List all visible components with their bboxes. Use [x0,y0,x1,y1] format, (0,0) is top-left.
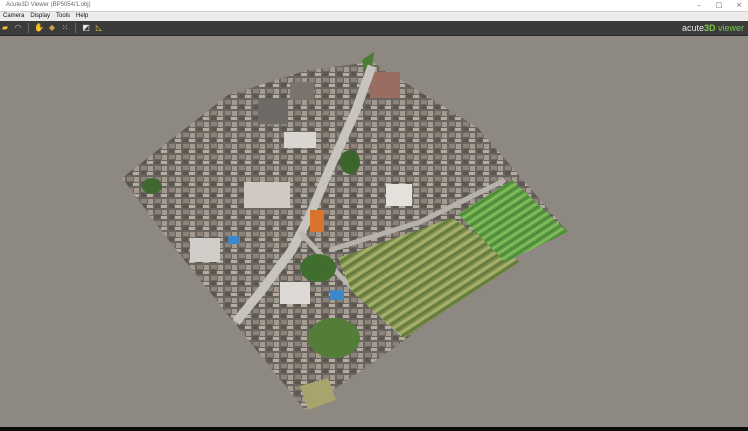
toolbar-tools: ▰ ◠ ✋ ◆ ⁙ ◩ ◺ [0,23,104,33]
building-block [290,82,314,100]
blue-tarp [228,236,240,244]
title-bar: Acute3D Viewer (BP5054/1.obj) – □ × [0,0,748,12]
menu-display[interactable]: Display [27,12,53,21]
white-roof [190,238,220,262]
3d-viewport[interactable] [0,36,748,427]
walk-camera-icon[interactable]: ◆ [47,23,57,33]
window-title: Acute3D Viewer (BP5054/1.obj) [6,2,91,8]
brand-suffix: viewer [715,23,744,33]
maximize-button[interactable]: □ [714,0,724,11]
menu-camera[interactable]: Camera [0,12,27,21]
triangle-set-square-icon[interactable]: ◺ [94,23,104,33]
menu-help[interactable]: Help [73,12,91,21]
menu-tools[interactable]: Tools [53,12,73,21]
tree-cluster [142,178,162,194]
rotate-orbit-icon[interactable]: ◠ [13,23,23,33]
minimize-button[interactable]: – [694,0,704,11]
app-window: Acute3D Viewer (BP5054/1.obj) – □ × Came… [0,0,748,427]
brand-logo: acute3D viewer [682,22,744,34]
tree-cluster [300,254,336,282]
window-controls: – □ × [694,0,744,11]
white-roof [386,184,412,206]
mesh-render [122,52,568,410]
measure-ruler-icon[interactable]: ◩ [81,23,91,33]
grid-points-icon[interactable]: ⁙ [60,23,70,33]
toolbar: ▰ ◠ ✋ ◆ ⁙ ◩ ◺ acute3D viewer [0,21,748,36]
toolbar-separator [28,23,29,33]
building-block [258,100,288,124]
blue-tarp [330,290,344,300]
tree-cluster [308,318,360,358]
white-roof [244,182,290,208]
pan-hand-icon[interactable]: ✋ [34,23,44,33]
orange-roof [310,210,324,232]
close-button[interactable]: × [734,0,744,11]
white-roof [284,132,316,148]
open-folder-icon[interactable]: ▰ [0,23,10,33]
white-roof [280,282,310,304]
toolbar-separator [75,23,76,33]
tree-cluster [340,150,360,174]
building-block [370,72,400,98]
brand-accent: 3D [703,23,716,33]
taskbar [0,427,748,431]
brand-prefix: acute [681,23,704,33]
menu-bar: Camera Display Tools Help [0,12,748,21]
